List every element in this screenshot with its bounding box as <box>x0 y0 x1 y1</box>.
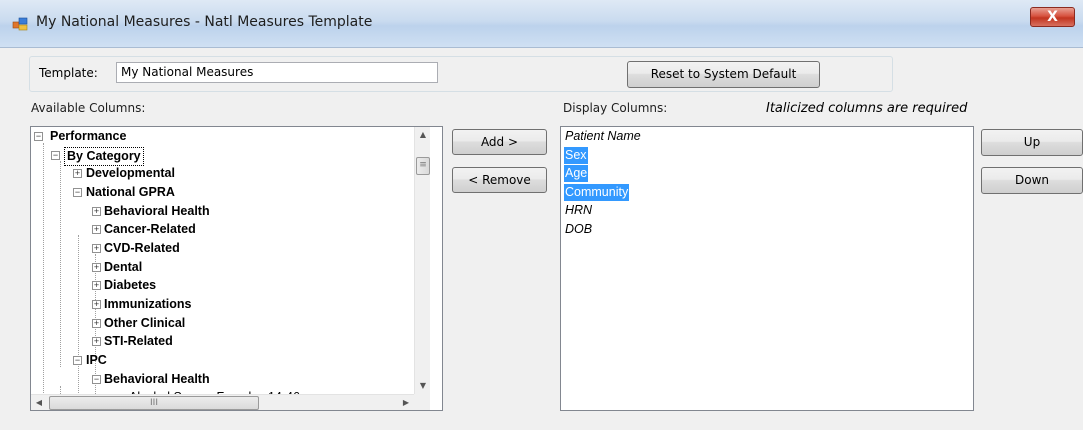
expand-icon[interactable]: + <box>92 337 101 346</box>
collapse-icon[interactable]: − <box>73 356 82 365</box>
close-button[interactable]: X <box>1030 7 1075 27</box>
move-up-button[interactable]: Up <box>981 129 1083 156</box>
vertical-scroll-thumb[interactable]: ≡ <box>416 157 430 175</box>
collapse-icon[interactable]: − <box>92 375 101 384</box>
template-name-input[interactable]: My National Measures <box>116 62 438 83</box>
expand-icon[interactable]: + <box>73 169 82 178</box>
collapse-icon[interactable]: − <box>51 151 60 160</box>
list-item-age[interactable]: Age <box>564 165 589 182</box>
expand-icon[interactable]: + <box>92 263 101 272</box>
display-columns-label: Display Columns: <box>563 101 668 115</box>
expand-icon[interactable]: + <box>92 207 101 216</box>
scroll-right-arrow-icon[interactable]: ▶ <box>398 395 414 411</box>
window-title: My National Measures - Natl Measures Tem… <box>36 14 373 30</box>
available-columns-label: Available Columns: <box>31 101 146 115</box>
collapse-icon[interactable]: − <box>73 188 82 197</box>
add-column-button[interactable]: Add > <box>452 129 547 155</box>
reset-to-default-button[interactable]: Reset to System Default <box>627 61 820 88</box>
list-item-hrn[interactable]: HRN <box>564 202 593 219</box>
collapse-icon[interactable]: − <box>34 132 43 141</box>
move-down-button[interactable]: Down <box>981 167 1083 194</box>
template-label: Template: <box>39 66 98 80</box>
app-window-icon <box>12 17 28 31</box>
expand-icon[interactable]: + <box>92 300 101 309</box>
list-item-patient-name[interactable]: Patient Name <box>564 128 642 145</box>
available-columns-tree[interactable]: − Performance − By Category + Developmen… <box>30 126 443 411</box>
title-bar: My National Measures - Natl Measures Tem… <box>0 0 1083 48</box>
remove-column-button[interactable]: < Remove <box>452 167 547 193</box>
scroll-down-arrow-icon[interactable]: ▼ <box>415 378 431 394</box>
horizontal-scroll-thumb[interactable]: III <box>49 396 259 410</box>
expand-icon[interactable]: + <box>92 281 101 290</box>
scroll-left-arrow-icon[interactable]: ◀ <box>31 395 47 411</box>
scrollbar-corner <box>414 394 430 410</box>
expand-icon[interactable]: + <box>92 319 101 328</box>
tree-horizontal-scrollbar[interactable]: ◀ III ▶ <box>31 394 414 410</box>
list-item-sex[interactable]: Sex <box>564 147 588 164</box>
tree-vertical-scrollbar[interactable]: ▲ ≡ ▼ <box>414 127 430 394</box>
expand-icon[interactable]: + <box>92 244 101 253</box>
expand-icon[interactable]: + <box>92 225 101 234</box>
list-item-community[interactable]: Community <box>564 184 630 201</box>
scroll-up-arrow-icon[interactable]: ▲ <box>415 127 431 143</box>
required-columns-note: Italicized columns are required <box>766 101 968 116</box>
list-item-dob[interactable]: DOB <box>564 221 593 238</box>
display-columns-list[interactable]: Patient Name Sex Age Community HRN DOB <box>560 126 974 411</box>
